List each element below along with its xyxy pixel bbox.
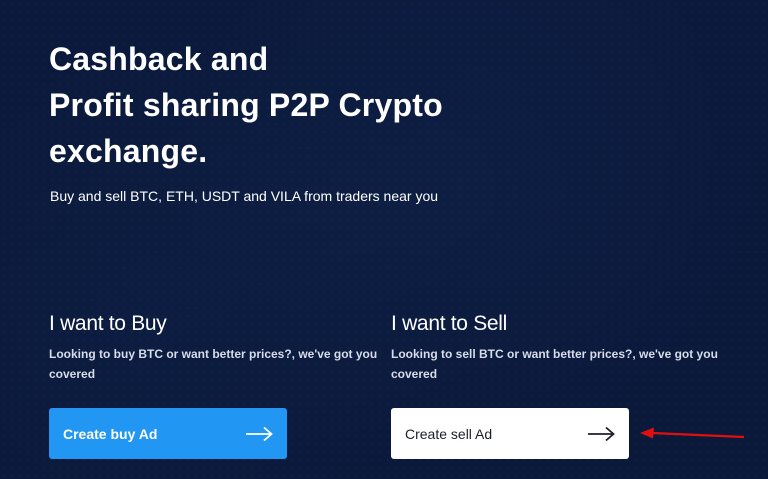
sell-section: I want to Sell Looking to sell BTC or wa… — [391, 311, 721, 384]
annotation-arrow-icon — [640, 427, 745, 439]
buy-section: I want to Buy Looking to buy BTC or want… — [49, 311, 379, 384]
create-buy-ad-button[interactable]: Create buy Ad — [49, 408, 287, 459]
hero-title: Cashback and Profit sharing P2P Crypto e… — [49, 36, 443, 174]
arrow-right-icon — [246, 426, 273, 441]
create-sell-ad-button[interactable]: Create sell Ad — [391, 408, 629, 459]
sell-heading: I want to Sell — [391, 312, 508, 335]
hero-title-line-2: Profit sharing P2P Crypto — [49, 87, 443, 123]
create-sell-ad-label: Create sell Ad — [405, 425, 493, 442]
hero-subtitle: Buy and sell BTC, ETH, USDT and VILA fro… — [50, 188, 439, 204]
create-buy-ad-label: Create buy Ad — [63, 425, 158, 442]
hero-title-line-3: exchange. — [49, 133, 208, 169]
buy-heading: I want to Buy — [49, 312, 167, 335]
sell-description: Looking to sell BTC or want better price… — [391, 347, 718, 381]
buy-description: Looking to buy BTC or want better prices… — [49, 347, 378, 381]
arrow-right-icon — [588, 426, 615, 441]
hero-title-line-1: Cashback and — [49, 41, 269, 77]
